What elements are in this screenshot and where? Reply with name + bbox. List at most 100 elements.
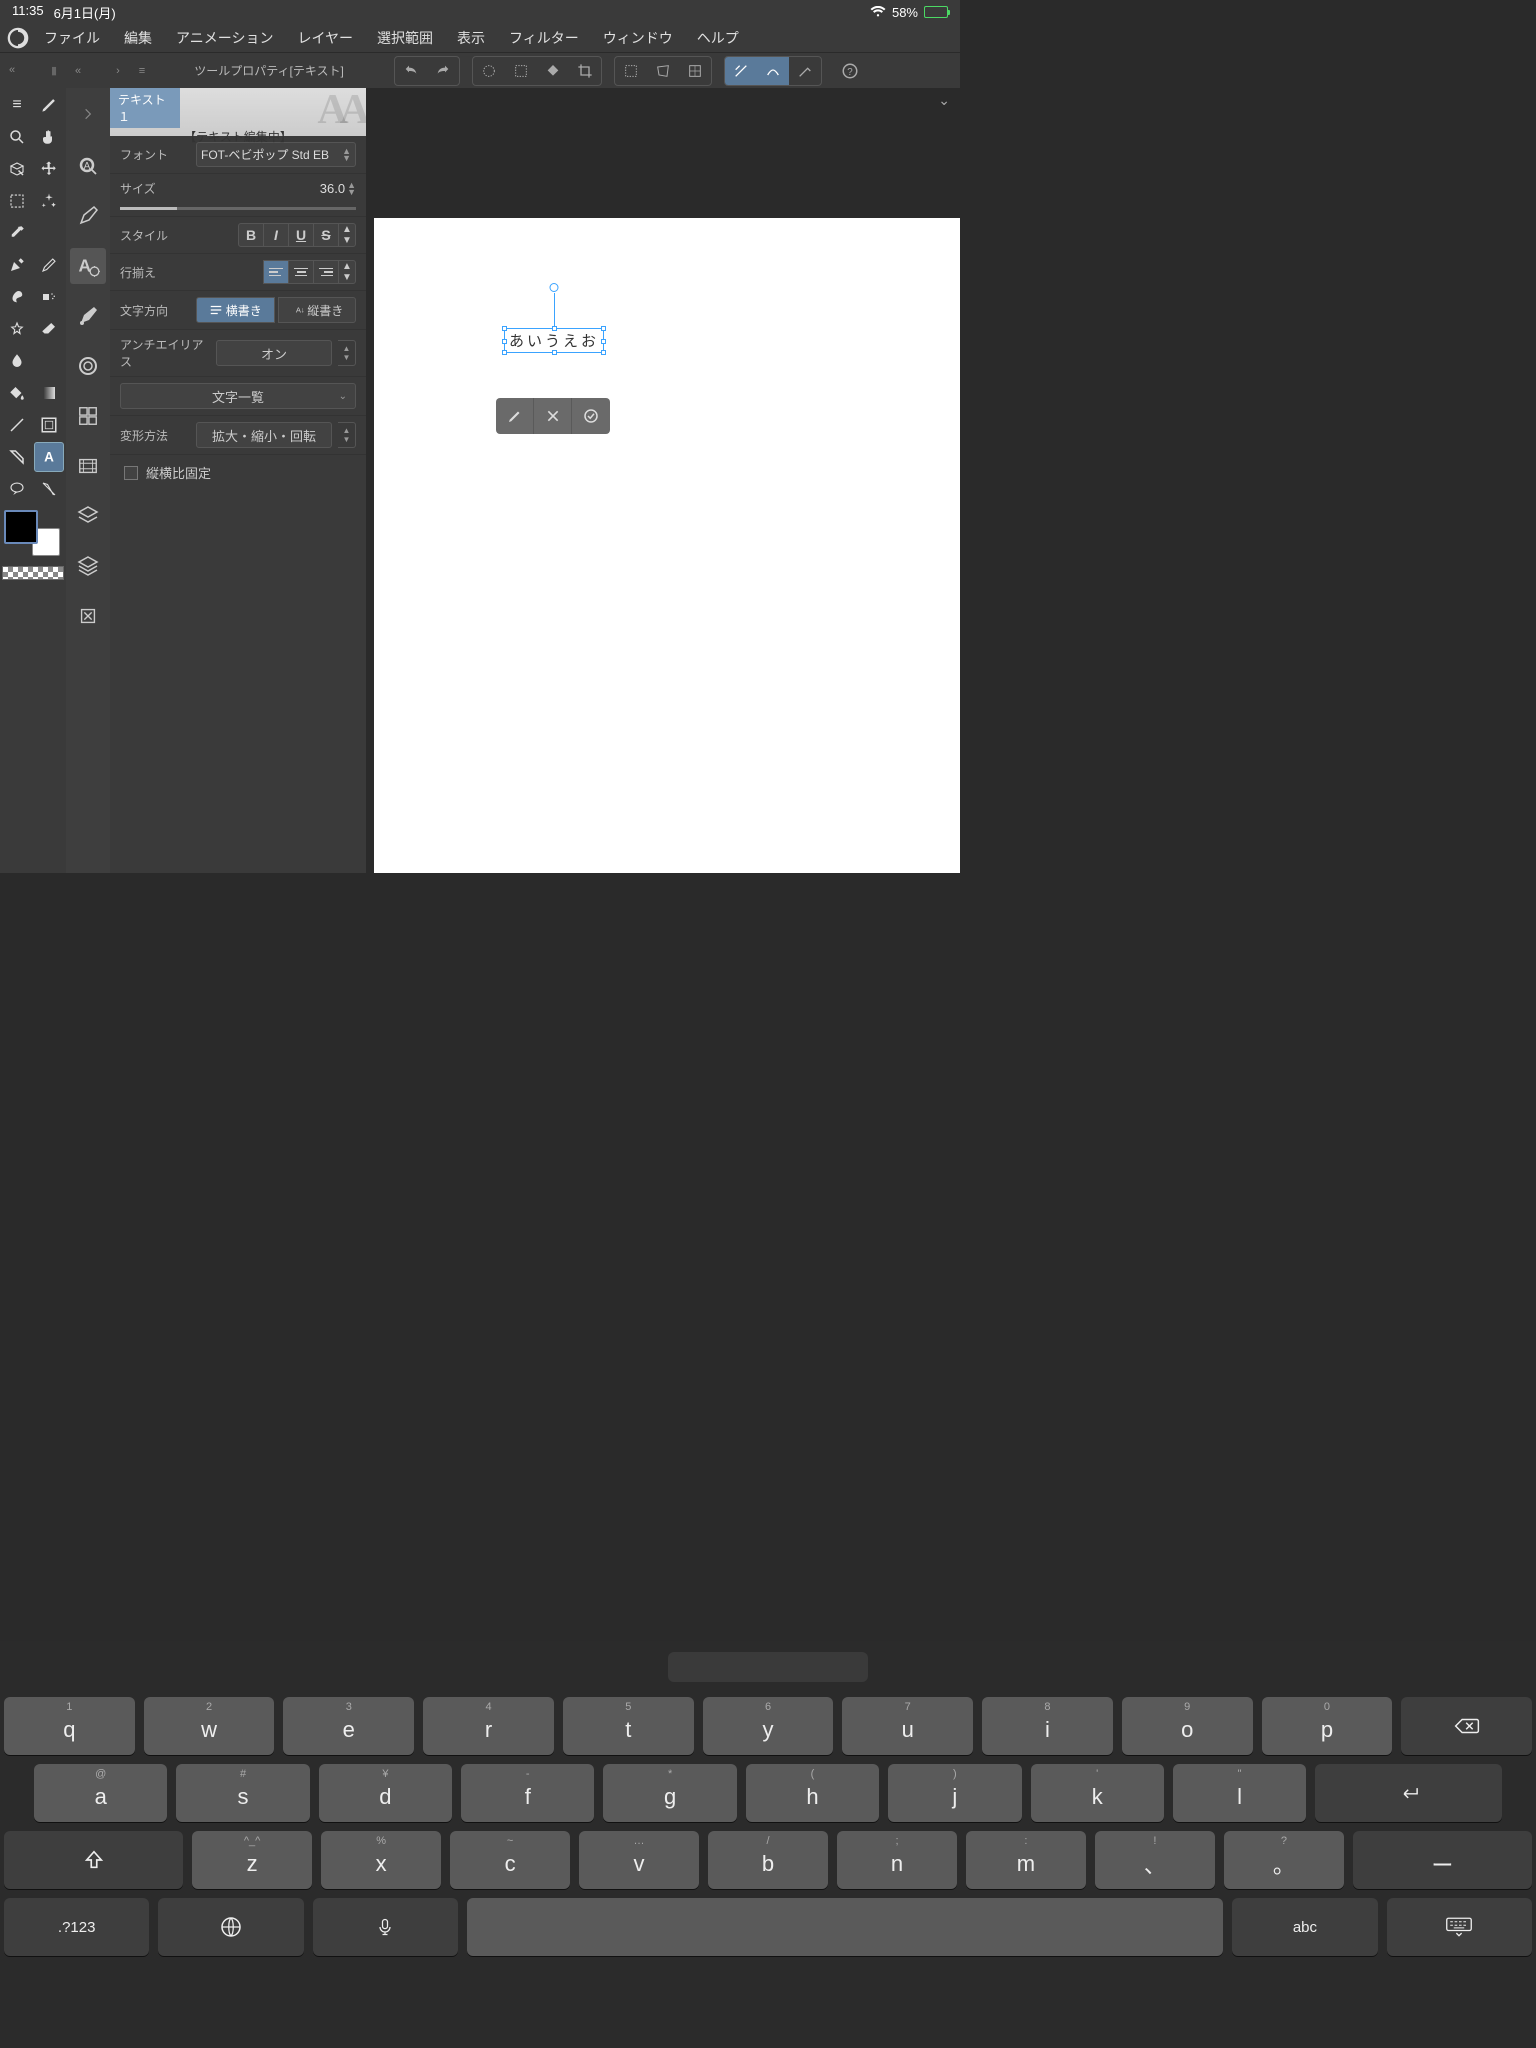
- resize-handle-bc[interactable]: [552, 350, 557, 355]
- align-center-button[interactable]: [288, 260, 314, 284]
- key-v[interactable]: …v: [579, 1831, 699, 1889]
- key-h[interactable]: (h: [746, 1764, 879, 1822]
- globe-key[interactable]: [158, 1898, 303, 1956]
- snap-grid-button[interactable]: [789, 57, 821, 85]
- underline-button[interactable]: U: [288, 223, 314, 247]
- resize-handle-br[interactable]: [601, 350, 606, 355]
- panel-collapse-left2-icon[interactable]: «: [72, 65, 84, 77]
- menu-edit[interactable]: 編集: [112, 28, 164, 48]
- decoration-tool-icon[interactable]: [2, 314, 32, 344]
- key-s[interactable]: #s: [176, 1764, 309, 1822]
- numbers-key[interactable]: .?123: [4, 1898, 149, 1956]
- key-d[interactable]: ¥d: [319, 1764, 452, 1822]
- key-c[interactable]: ~c: [450, 1831, 570, 1889]
- backspace-key[interactable]: [1401, 1697, 1532, 1755]
- resize-handle-bl[interactable]: [502, 350, 507, 355]
- key-p[interactable]: 0p: [1262, 1697, 1393, 1755]
- object-tool-icon[interactable]: [2, 154, 32, 184]
- transform-scale-icon[interactable]: [615, 57, 647, 85]
- sub-layers-icon[interactable]: [70, 548, 106, 584]
- hand-tool-icon[interactable]: [34, 122, 64, 152]
- key-w[interactable]: 2w: [144, 1697, 275, 1755]
- menu-animation[interactable]: アニメーション: [164, 28, 285, 48]
- correct-line-tool-icon[interactable]: [34, 474, 64, 504]
- antialias-stepper[interactable]: ▲▼: [338, 340, 356, 366]
- key-g[interactable]: *g: [603, 1764, 736, 1822]
- key-u[interactable]: 7u: [842, 1697, 973, 1755]
- key-r[interactable]: 4r: [423, 1697, 554, 1755]
- panel-divider-icon[interactable]: ▮: [48, 64, 60, 77]
- sub-trash-icon[interactable]: [70, 598, 106, 634]
- menu-icon[interactable]: ≡: [2, 90, 32, 120]
- sub-circle-target-icon[interactable]: [70, 348, 106, 384]
- space-key[interactable]: [467, 1898, 1223, 1956]
- pencil-tool-icon[interactable]: [34, 250, 64, 280]
- menu-filter[interactable]: フィルター: [497, 28, 591, 48]
- horizontal-text-button[interactable]: 横書き: [196, 297, 275, 323]
- confirm-button[interactable]: [572, 398, 610, 434]
- strikethrough-button[interactable]: S: [313, 223, 339, 247]
- canvas-area[interactable]: ⌄ あいうえお: [366, 88, 960, 873]
- character-list-button[interactable]: 文字一覧 ⌄: [120, 383, 356, 409]
- menu-layer[interactable]: レイヤー: [285, 28, 365, 48]
- menu-file[interactable]: ファイル: [32, 28, 112, 48]
- italic-button[interactable]: I: [263, 223, 289, 247]
- key-j[interactable]: )j: [888, 1764, 1021, 1822]
- eraser-tool-icon[interactable]: [34, 314, 64, 344]
- align-left-button[interactable]: [263, 260, 289, 284]
- sub-brush2-icon[interactable]: [70, 298, 106, 334]
- canvas-text-content[interactable]: あいうえお: [509, 333, 599, 350]
- bold-button[interactable]: B: [238, 223, 264, 247]
- panel-menu-icon[interactable]: ≡: [136, 65, 148, 77]
- text-tool-tab[interactable]: テキスト１: [110, 88, 180, 128]
- transform-stepper[interactable]: ▲▼: [338, 422, 356, 448]
- aspect-lock-checkbox[interactable]: [124, 466, 138, 480]
- return-key[interactable]: [1315, 1764, 1502, 1822]
- antialias-select[interactable]: オン: [216, 340, 332, 366]
- app-logo-icon[interactable]: [4, 24, 32, 52]
- line-tool-icon[interactable]: [2, 410, 32, 440]
- color-swatches[interactable]: [2, 510, 64, 560]
- sub-brush-icon[interactable]: [70, 198, 106, 234]
- key-a[interactable]: @a: [34, 1764, 167, 1822]
- resize-handle-ml[interactable]: [502, 339, 507, 344]
- transparent-color[interactable]: [2, 566, 64, 580]
- crop-button[interactable]: [569, 57, 601, 85]
- undo-button[interactable]: [395, 57, 427, 85]
- help-button[interactable]: ?: [834, 57, 866, 85]
- brush-tool-icon[interactable]: [2, 282, 32, 312]
- canvas-collapse-icon[interactable]: ⌄: [938, 92, 950, 109]
- frame-tool-icon[interactable]: [34, 410, 64, 440]
- size-value[interactable]: 36.0: [320, 181, 345, 196]
- foreground-color[interactable]: [4, 510, 38, 544]
- transform-distort-icon[interactable]: [647, 57, 679, 85]
- shift-key[interactable]: [4, 1831, 183, 1889]
- align-right-button[interactable]: [313, 260, 339, 284]
- size-slider[interactable]: [120, 207, 356, 210]
- key-z[interactable]: ^_^z: [192, 1831, 312, 1889]
- cancel-button[interactable]: [534, 398, 572, 434]
- sub-text-settings-icon[interactable]: A: [70, 248, 106, 284]
- menu-selection[interactable]: 選択範囲: [365, 28, 445, 48]
- style-stepper[interactable]: ▲▼: [338, 223, 356, 247]
- transform-select[interactable]: 拡大・縮小・回転: [196, 422, 332, 448]
- zoom-tool-icon[interactable]: [2, 122, 32, 152]
- dismiss-keyboard-key[interactable]: [1387, 1898, 1532, 1956]
- sub-layers-outline-icon[interactable]: [70, 498, 106, 534]
- eyedropper-tool-icon[interactable]: [2, 218, 32, 248]
- panel-collapse-left-icon[interactable]: «: [6, 64, 18, 77]
- key-i[interactable]: 8i: [982, 1697, 1113, 1755]
- move-tool-icon[interactable]: [34, 154, 64, 184]
- key-k[interactable]: 'k: [1031, 1764, 1164, 1822]
- snap-ruler-button[interactable]: [725, 57, 757, 85]
- marquee-tool-icon[interactable]: [2, 186, 32, 216]
- redo-button[interactable]: [427, 57, 459, 85]
- vertical-text-button[interactable]: A↓ 縦書き: [278, 297, 357, 323]
- canvas-page[interactable]: あいうえお: [374, 218, 960, 873]
- menu-view[interactable]: 表示: [445, 28, 497, 48]
- resize-handle-mr[interactable]: [601, 339, 606, 344]
- snap-special-button[interactable]: [757, 57, 789, 85]
- key-f[interactable]: -f: [461, 1764, 594, 1822]
- airbrush-tool-icon[interactable]: [34, 282, 64, 312]
- key-l[interactable]: "l: [1173, 1764, 1306, 1822]
